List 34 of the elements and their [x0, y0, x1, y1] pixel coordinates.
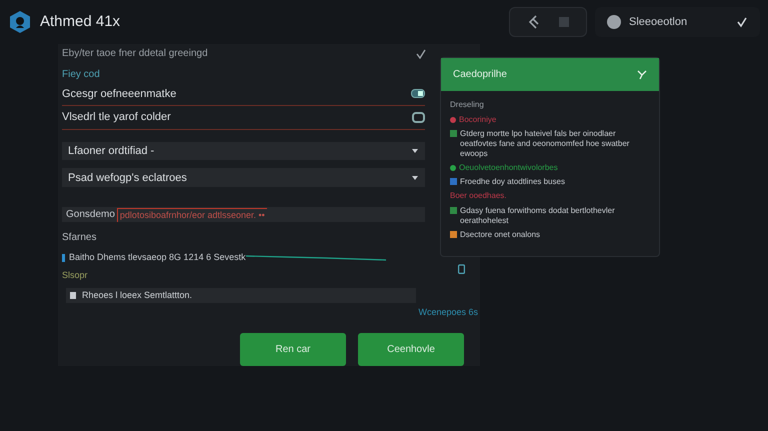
link[interactable]: Wcenepoes 6s: [418, 306, 478, 319]
battery-icon: [458, 264, 465, 274]
section-label: Fiey cod: [62, 68, 100, 82]
text-field[interactable]: Gcesgr oefneeenmatke: [62, 83, 425, 106]
check-icon: [416, 48, 426, 59]
panel-item-text: Froedhe doy atodtlines buses: [460, 177, 565, 187]
panel-item-note: Boer ooedhaes.: [450, 190, 508, 202]
panel-item-text: Bocoriniye: [459, 115, 496, 125]
dropdown[interactable]: Psad wefogp's eclatroes: [62, 168, 425, 188]
status-marker-icon: [62, 254, 65, 262]
panel-item-text: Oeuolvetoenhontwivolorbes: [459, 163, 558, 173]
panel-item-text: Gdasy fuena forwithoms dodat bertlothevler oerathohelest: [460, 206, 616, 226]
status-line: Baitho Dhems tlevsaeop 8G 1214 6 Sevestk: [69, 251, 246, 264]
panel-item-text: Gtderg mortte lpo hateivel fals ber oinodlaer oeatfovtes fane and oeonomomfed hoe swatber ewoops: [460, 129, 630, 159]
panel-subtitle: Dreseling: [450, 99, 485, 111]
intro-text: Eby/ter taoe fner ddetal greeingd: [62, 47, 208, 62]
panel-title: Caedoprilhe: [453, 68, 507, 82]
user-menu[interactable]: Sleeoeotlon: [595, 7, 760, 37]
error-message: pdlotosiboafrnhor/eor adtlsseoner. ••: [116, 208, 267, 222]
chevron-down-icon: [411, 174, 419, 181]
note-field[interactable]: Rheoes l loeex Semtlattton.: [66, 288, 416, 302]
chevron-down-icon: [411, 148, 419, 154]
panel-item-text: Dsectore onet onalons: [460, 230, 540, 240]
user-icon: [607, 15, 621, 29]
hexagon-logo-icon: [8, 10, 32, 34]
check-icon: [736, 16, 748, 28]
text-field[interactable]: Vlsedrl tle yarof colder: [62, 106, 425, 130]
dropdown[interactable]: Lfaoner ordtifiad -: [62, 142, 425, 160]
status-label: Sfarnes: [62, 231, 96, 246]
toggle-icon[interactable]: [411, 89, 425, 98]
error-label: Gonsdemo: [66, 208, 115, 222]
app-title: Athmed 41x: [40, 12, 120, 32]
size-label: Slsopr: [62, 268, 88, 282]
checkbox-icon[interactable]: [412, 112, 425, 124]
